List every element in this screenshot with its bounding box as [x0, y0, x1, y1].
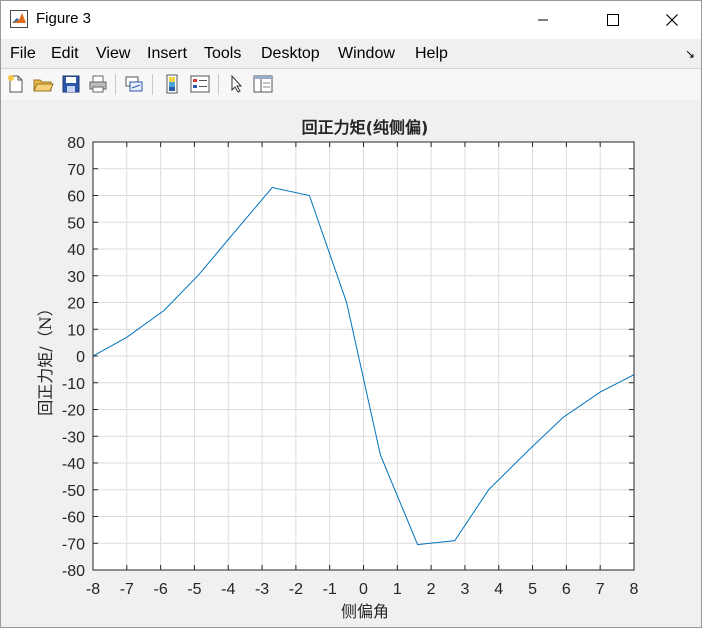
y-tick-label: 10	[67, 322, 85, 339]
x-tick-label: 1	[393, 581, 402, 598]
y-tick-label: -80	[62, 563, 85, 580]
menu-edit[interactable]: Edit	[51, 45, 79, 63]
figure-canvas: -8 -7 -6 -5 -4 -3 -2 -1 0 1 2 3 4 5 6 7 8 -80 -70 -60 -50 -40…	[1, 100, 701, 627]
x-tick-label: 8	[630, 581, 639, 598]
y-tick-label: 70	[67, 162, 85, 179]
toolbar	[1, 68, 701, 101]
x-tick-label: -7	[120, 581, 134, 598]
close-icon	[666, 14, 678, 26]
x-tick-label: -2	[289, 581, 303, 598]
menu-file[interactable]: File	[10, 45, 36, 63]
y-tick-label: 40	[67, 242, 85, 259]
y-tick-label: 50	[67, 215, 85, 232]
open-file-icon[interactable]	[32, 73, 54, 95]
y-tick-label: 30	[67, 269, 85, 286]
x-tick-label: 2	[427, 581, 436, 598]
toolbar-separator	[152, 74, 153, 95]
print-icon[interactable]	[87, 73, 109, 95]
property-editor-icon[interactable]	[252, 73, 274, 95]
x-tick-label: 0	[359, 581, 368, 598]
new-figure-icon[interactable]	[5, 73, 27, 95]
y-tick-label: 0	[76, 349, 85, 366]
minimize-icon	[538, 19, 548, 21]
y-tick-label: -70	[62, 536, 85, 553]
x-axis-label: 侧偏角	[341, 602, 389, 621]
maximize-icon	[607, 14, 619, 26]
x-tick-label: -6	[154, 581, 168, 598]
dock-arrow-icon[interactable]: ↘	[685, 47, 695, 61]
x-tick-label: 4	[494, 581, 503, 598]
matlab-logo-icon	[10, 10, 28, 28]
maximize-button[interactable]	[590, 1, 636, 39]
y-tick-label: -10	[62, 376, 85, 393]
x-tick-label: -3	[255, 581, 269, 598]
menu-bar: File Edit View Insert Tools Desktop Wind…	[1, 39, 701, 68]
toolbar-separator	[218, 74, 219, 95]
y-tick-label: 60	[67, 189, 85, 206]
y-tick-label: -20	[62, 403, 85, 420]
minimize-button[interactable]	[520, 1, 566, 39]
close-button[interactable]	[649, 1, 695, 39]
figure-window: Figure 3 File Edit View Insert Tools Des…	[0, 0, 702, 628]
line-chart[interactable]: -8 -7 -6 -5 -4 -3 -2 -1 0 1 2 3 4 5 6 7 8-80-70-60-50-40…	[1, 100, 701, 627]
x-tick-label: 6	[562, 581, 571, 598]
save-icon[interactable]	[60, 73, 82, 95]
y-tick-label: 80	[67, 135, 85, 152]
chart-title: 回正力矩(纯侧偏)	[302, 118, 429, 137]
menu-window[interactable]: Window	[338, 45, 395, 63]
insert-legend-icon[interactable]	[189, 73, 211, 95]
x-tick-label: -4	[221, 581, 235, 598]
x-tick-label: -5	[187, 581, 201, 598]
menu-view[interactable]: View	[96, 45, 130, 63]
y-tick-label: -50	[62, 483, 85, 500]
x-tick-label: -1	[323, 581, 337, 598]
link-plot-icon[interactable]	[123, 73, 145, 95]
window-title: Figure 3	[36, 10, 92, 27]
y-axis-label: 回正力矩/（N）	[36, 300, 55, 415]
x-tick-label: -8	[86, 581, 100, 598]
y-tick-label: -60	[62, 510, 85, 527]
menu-help[interactable]: Help	[415, 45, 448, 63]
y-tick-label: -30	[62, 429, 85, 446]
menu-desktop[interactable]: Desktop	[261, 45, 320, 63]
x-tick-label: 3	[460, 581, 469, 598]
insert-colorbar-icon[interactable]	[161, 73, 183, 95]
x-tick-label: 7	[596, 581, 605, 598]
toolbar-separator	[115, 74, 116, 95]
y-tick-label: 20	[67, 296, 85, 313]
y-tick-label: -40	[62, 456, 85, 473]
pointer-icon[interactable]	[226, 73, 248, 95]
x-tick-label: 5	[528, 581, 537, 598]
title-bar: Figure 3	[1, 1, 701, 39]
menu-tools[interactable]: Tools	[204, 45, 241, 63]
menu-insert[interactable]: Insert	[147, 45, 187, 63]
